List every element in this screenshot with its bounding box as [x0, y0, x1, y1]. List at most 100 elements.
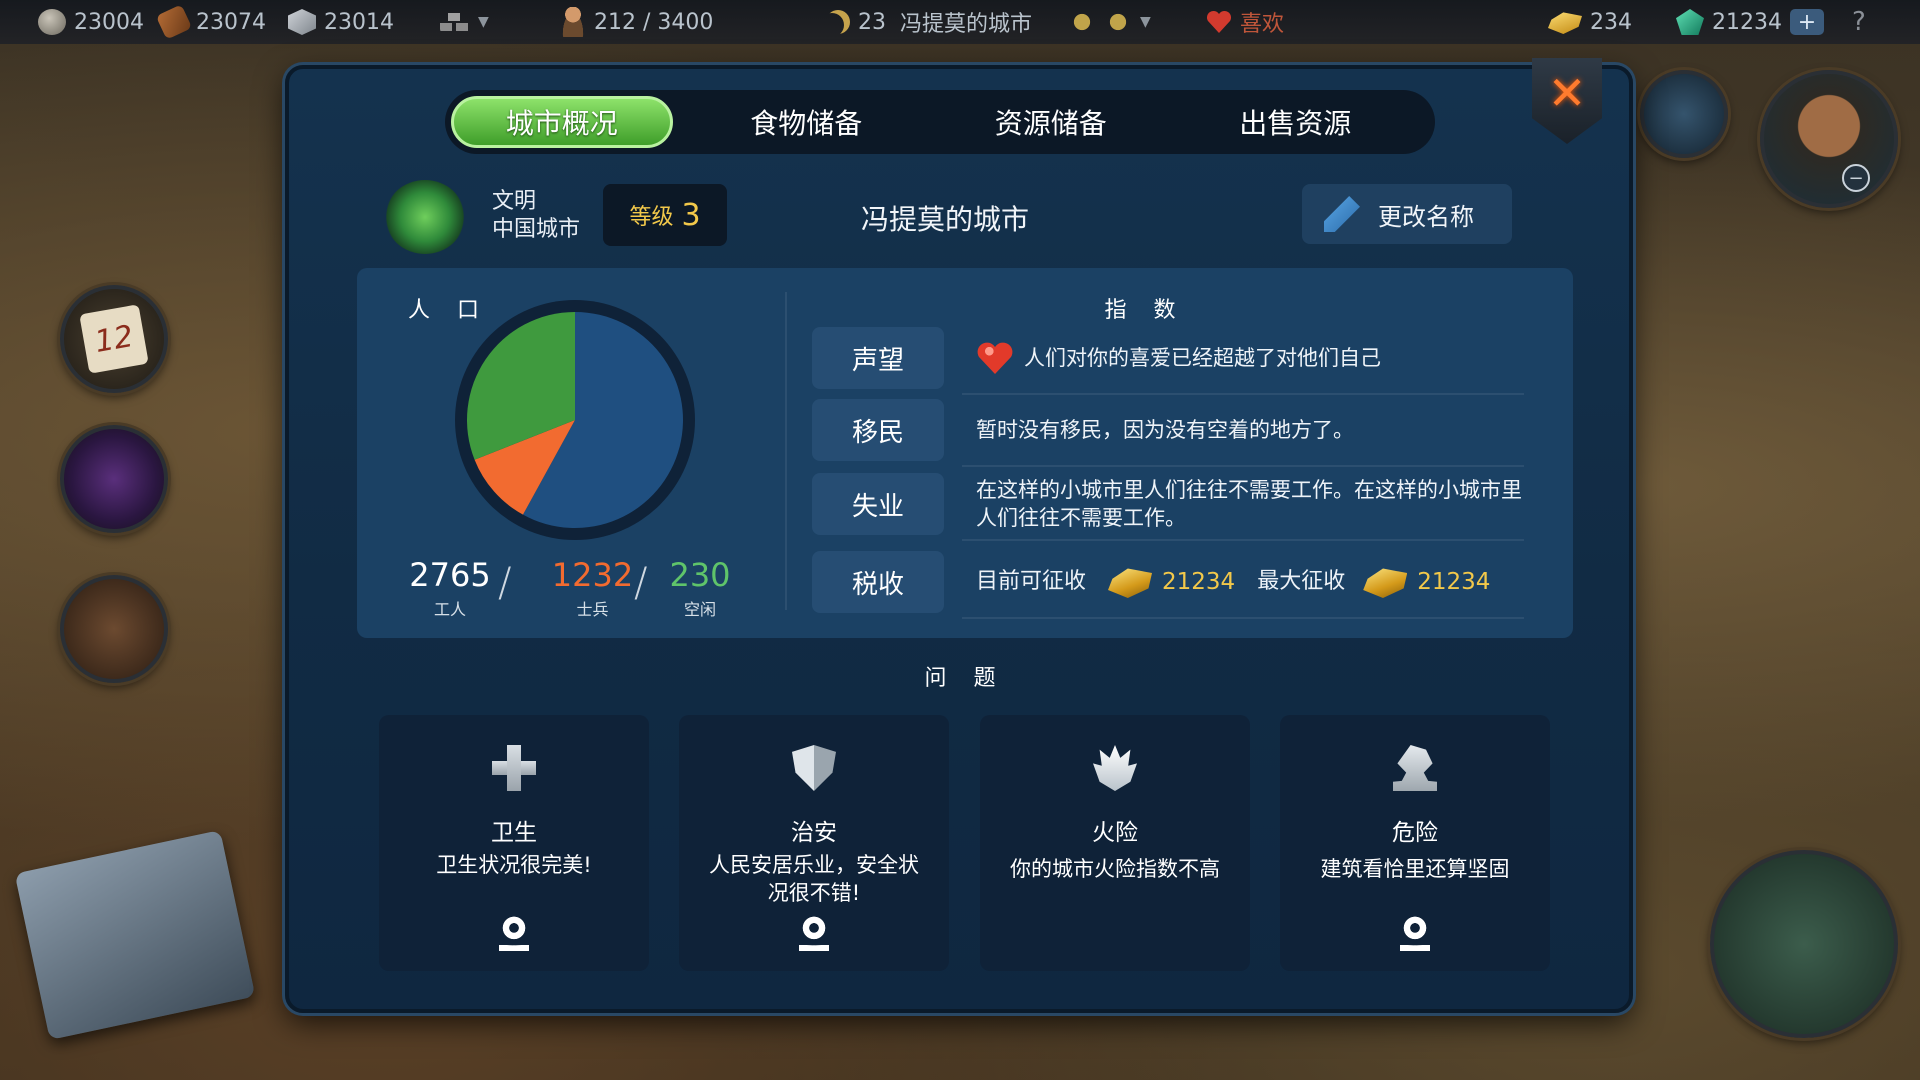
person-icon: [560, 7, 586, 37]
idle-value: 230: [669, 556, 731, 594]
problem-card-fire[interactable]: 火险 你的城市火险指数不高: [980, 715, 1250, 971]
tax-max-value: 21234: [1417, 569, 1491, 595]
gold-bars-icon: [1363, 568, 1408, 598]
level-badge: 等级 3: [603, 184, 727, 246]
tax-current-label: 目前可征收: [976, 569, 1087, 594]
fire-desc: 你的城市火险指数不高: [1010, 857, 1220, 881]
help-button[interactable]: ?: [1852, 0, 1866, 44]
iron-count: 23014: [324, 9, 394, 35]
workers-stat: 2765 工人: [405, 556, 495, 620]
danger-title: 危险: [1392, 820, 1438, 846]
map-scroll-button[interactable]: [14, 830, 256, 1040]
gold-count: 234: [1590, 9, 1632, 35]
row-divider: [962, 465, 1524, 467]
magic-orb-button[interactable]: [60, 425, 168, 533]
fire-icon: [1093, 745, 1137, 791]
grapes-icon: [1104, 8, 1132, 36]
sanitation-title: 卫生: [491, 820, 537, 846]
soldiers-value: 1232: [551, 556, 634, 594]
minimize-icon[interactable]: −: [1842, 164, 1870, 192]
city-name-title: 冯提莫的城市: [860, 203, 1029, 236]
problem-card-security[interactable]: 治安 人民安居乐业，安全状况很不错!: [679, 715, 949, 971]
row-divider: [962, 617, 1524, 619]
mood-indicator[interactable]: 喜欢: [1206, 0, 1284, 44]
immigration-label[interactable]: 移民: [812, 399, 944, 461]
turn-counter[interactable]: 23 冯提莫的城市: [826, 0, 1032, 44]
dragon-emblem-icon: [385, 180, 465, 254]
wheat-icon: [1068, 8, 1096, 36]
unemployment-text: 在这样的小城市里人们往往不需要工作。在这样的小城市里人们往往不需要工作。: [976, 478, 1522, 530]
sanitation-desc: 卫生状况很完美!: [436, 853, 592, 877]
tab-city-overview[interactable]: 城市概况: [451, 96, 673, 148]
unemployment-label[interactable]: 失业: [812, 473, 944, 535]
iron-icon: [288, 9, 316, 35]
calendar-day: 12: [79, 304, 149, 374]
tax-max-label: 最大征收: [1257, 569, 1346, 594]
civilization-info: 文明 中国城市: [492, 188, 580, 244]
slash-divider: /: [498, 560, 512, 606]
location-pin-icon[interactable]: [1400, 915, 1430, 953]
tab-food-storage[interactable]: 食物储备: [696, 96, 917, 148]
location-pin-icon[interactable]: [499, 915, 529, 953]
top-resource-bar: 23004 23074 23014 ▼ 212 / 3400 23 冯提莫的城市…: [0, 0, 1920, 44]
location-pin-icon[interactable]: [799, 915, 829, 953]
index-row-tax: 税收 目前可征收 21234 最大征收 21234: [812, 551, 1524, 619]
gold-resource[interactable]: 234: [1548, 0, 1632, 44]
idle-stat: 230 空闲: [665, 556, 735, 620]
rename-button[interactable]: 更改名称: [1302, 184, 1512, 244]
divider: [785, 292, 787, 610]
calendar-button[interactable]: 12: [60, 285, 168, 393]
prestige-label[interactable]: 声望: [812, 327, 944, 389]
danger-desc: 建筑看恰里还算坚固: [1320, 857, 1510, 881]
population-counter[interactable]: 212 / 3400: [560, 0, 713, 44]
soldiers-label: 士兵: [576, 600, 609, 619]
heart-icon: [976, 341, 1014, 375]
wood-icon: [155, 4, 193, 40]
shield-icon: [792, 745, 836, 791]
prestige-text-wrap: 人们对你的喜爱已经超越了对他们自己: [976, 327, 1524, 389]
idle-label: 空闲: [683, 600, 716, 619]
level-value: 3: [681, 197, 701, 233]
index-row-immigration: 移民 暂时没有移民，因为没有空着的地方了。: [812, 399, 1524, 467]
tab-sell-resources[interactable]: 出售资源: [1185, 96, 1406, 148]
crown-button[interactable]: [1640, 70, 1728, 158]
workers-value: 2765: [409, 556, 491, 594]
advisor-avatar[interactable]: [1760, 70, 1898, 208]
gold-bars-icon: [1108, 568, 1153, 598]
mood-label: 喜欢: [1240, 12, 1285, 37]
wood-resource[interactable]: 23074: [155, 0, 266, 44]
pencil-icon: [1324, 196, 1360, 232]
inventory-bag-button[interactable]: [60, 575, 168, 683]
security-desc: 人民安居乐业，安全状况很不错!: [709, 853, 919, 905]
civ-name: 中国城市: [492, 217, 581, 242]
heart-icon: [1206, 10, 1232, 34]
problem-card-sanitation[interactable]: 卫生 卫生状况很完美!: [379, 715, 649, 971]
bricks-icon: [440, 11, 470, 33]
problems-title: 问 题: [924, 666, 1006, 691]
population-count: 212 / 3400: [594, 9, 714, 35]
pie-svg: [455, 300, 695, 540]
tab-bar: 城市概况 食物储备 资源储备 出售资源: [445, 90, 1435, 154]
bricks-dropdown[interactable]: ▼: [440, 0, 489, 44]
wood-count: 23074: [196, 9, 266, 35]
stone-count: 23004: [74, 9, 144, 35]
turn-count: 23: [858, 9, 886, 35]
build-hammer-button[interactable]: [1710, 850, 1898, 1038]
add-gems-button[interactable]: +: [1790, 9, 1824, 35]
soldiers-stat: 1232 士兵: [545, 556, 640, 620]
level-label: 等级: [629, 205, 674, 230]
fire-title: 火险: [1092, 820, 1138, 846]
prestige-text: 人们对你的喜爱已经超越了对他们自己: [1024, 346, 1381, 370]
gems-resource[interactable]: 21234 +: [1676, 0, 1824, 44]
problem-card-danger[interactable]: 危险 建筑看恰里还算坚固: [1280, 715, 1550, 971]
stone-resource[interactable]: 23004: [38, 0, 144, 44]
food-dropdown[interactable]: ▼: [1068, 0, 1151, 44]
tax-label[interactable]: 税收: [812, 551, 944, 613]
tab-resource-storage[interactable]: 资源储备: [940, 96, 1161, 148]
close-icon: ✕: [1547, 66, 1587, 120]
indices-title: 指 数: [1104, 298, 1186, 323]
iron-resource[interactable]: 23014: [288, 0, 394, 44]
plus-icon: [492, 745, 536, 791]
gold-icon: [1548, 12, 1582, 34]
stone-icon: [38, 9, 66, 35]
